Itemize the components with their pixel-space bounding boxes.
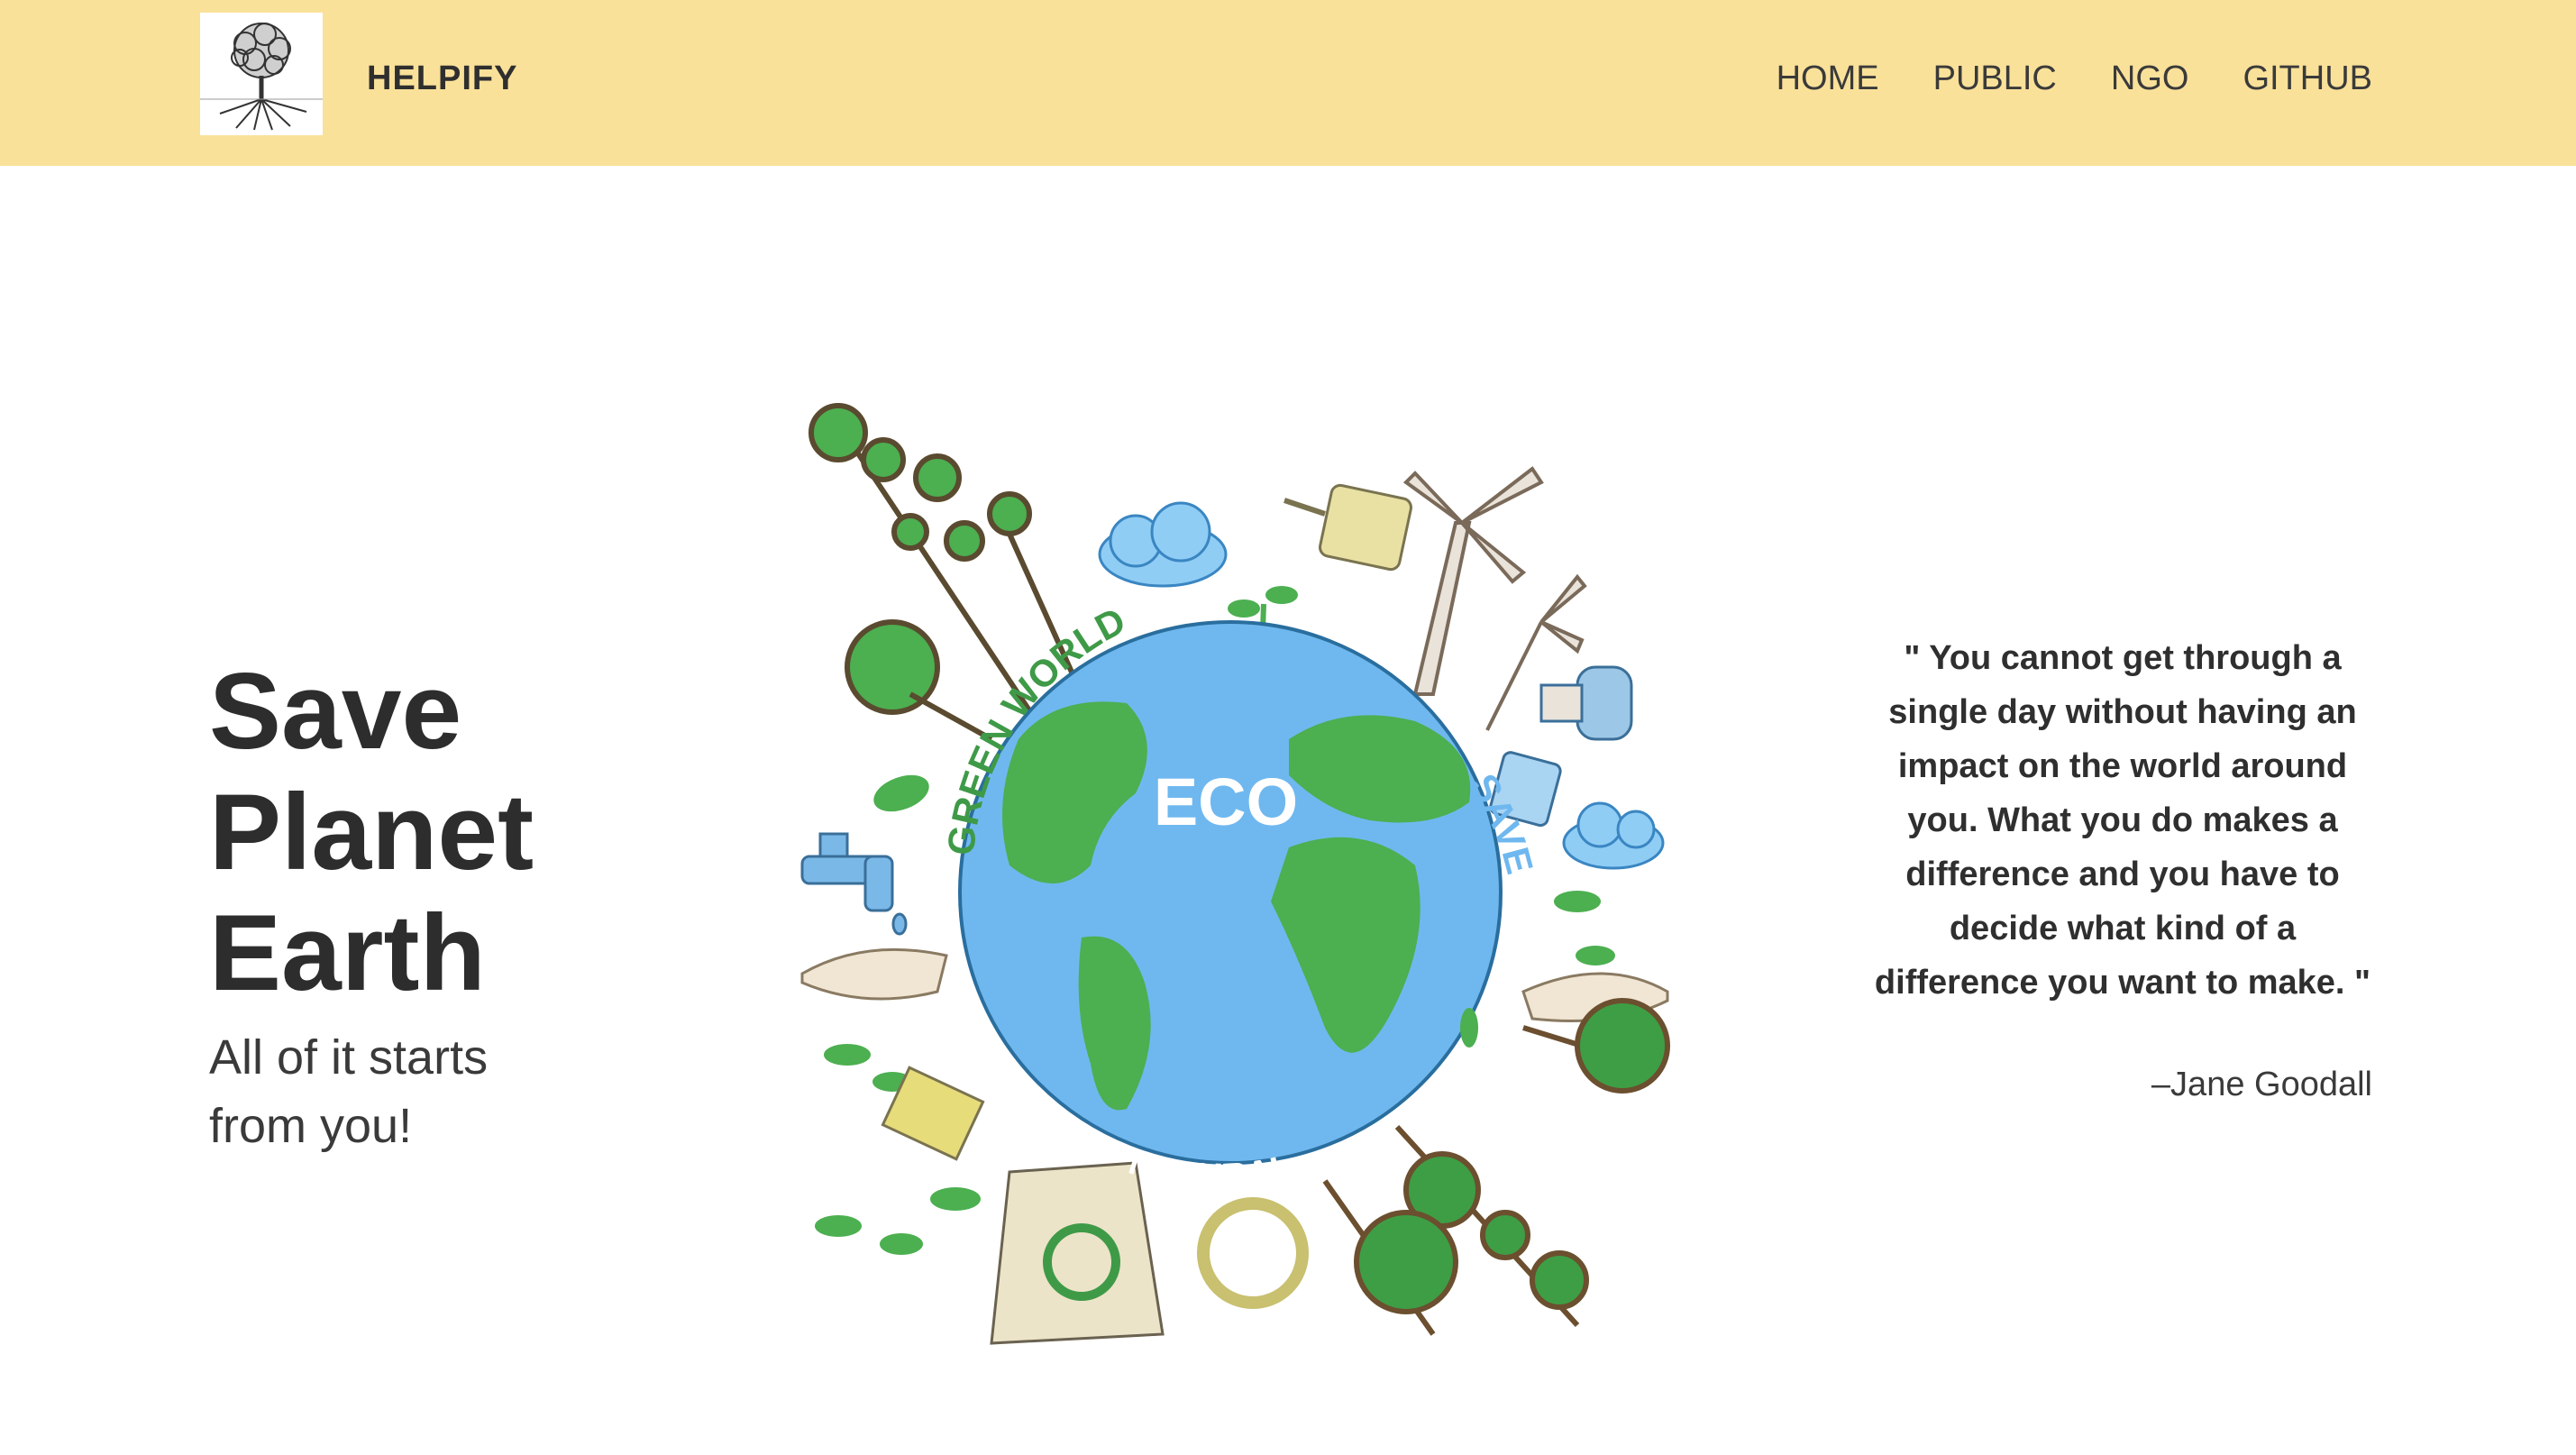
globe-label-eco: ECO: [1154, 764, 1298, 839]
nav-home-link[interactable]: HOME: [1777, 59, 1879, 98]
nav-links: HOME PUBLIC NGO GITHUB: [1777, 59, 2372, 98]
tree-logo-icon[interactable]: [200, 13, 323, 135]
hero-title-line: Planet: [209, 772, 534, 892]
hero-title: Save Planet Earth: [209, 651, 588, 1013]
navbar: HELPIFY HOME PUBLIC NGO GITHUB: [0, 0, 2576, 166]
brand-name[interactable]: HELPIFY: [367, 59, 517, 98]
nav-github-link[interactable]: GITHUB: [2243, 59, 2372, 98]
cloud-icon: [1098, 501, 1228, 588]
lightbulb-icon: [1539, 665, 1633, 741]
hero-subtitle: All of it starts from you!: [209, 1030, 489, 1153]
nav-public-link[interactable]: PUBLIC: [1933, 59, 2057, 98]
quote-text: " You cannot get through a single day wi…: [1874, 639, 2371, 1002]
water-tap-icon: [800, 832, 908, 936]
recycle-arrows-icon: [1197, 1197, 1309, 1309]
hero-title-line: Earth: [209, 892, 486, 1013]
hero-title-line: Save: [209, 651, 462, 772]
watering-can-icon: [1283, 483, 1412, 572]
nav-ngo-link[interactable]: NGO: [2111, 59, 2189, 98]
cloud-icon: [1562, 801, 1665, 870]
eco-earth-illustration: ECO GREEN WORLD NATURAL SAVE: [784, 397, 1685, 1370]
quote-author: –Jane Goodall: [2151, 1066, 2372, 1103]
recycle-bag-icon: [990, 1161, 1165, 1345]
